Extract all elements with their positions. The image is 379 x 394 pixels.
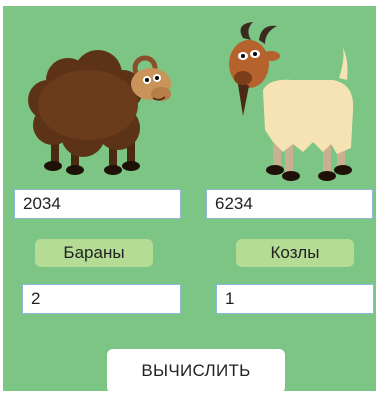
goat-count-input[interactable] [206, 189, 373, 219]
calculator-panel: Бараны Козлы ВЫЧИСЛИТЬ [3, 6, 376, 393]
sheep-head [131, 55, 171, 101]
calculate-button[interactable]: ВЫЧИСЛИТЬ [107, 349, 285, 393]
sheep-count-input[interactable] [14, 189, 181, 219]
goat-icon [229, 22, 354, 181]
sheep-icon [28, 50, 171, 175]
goat-label: Козлы [236, 239, 354, 267]
goat-result-field[interactable] [216, 284, 374, 314]
sheep-body [28, 50, 143, 157]
sheep-label: Бараны [35, 239, 153, 267]
goat-body [263, 48, 354, 154]
sheep-result-field[interactable] [22, 284, 181, 314]
